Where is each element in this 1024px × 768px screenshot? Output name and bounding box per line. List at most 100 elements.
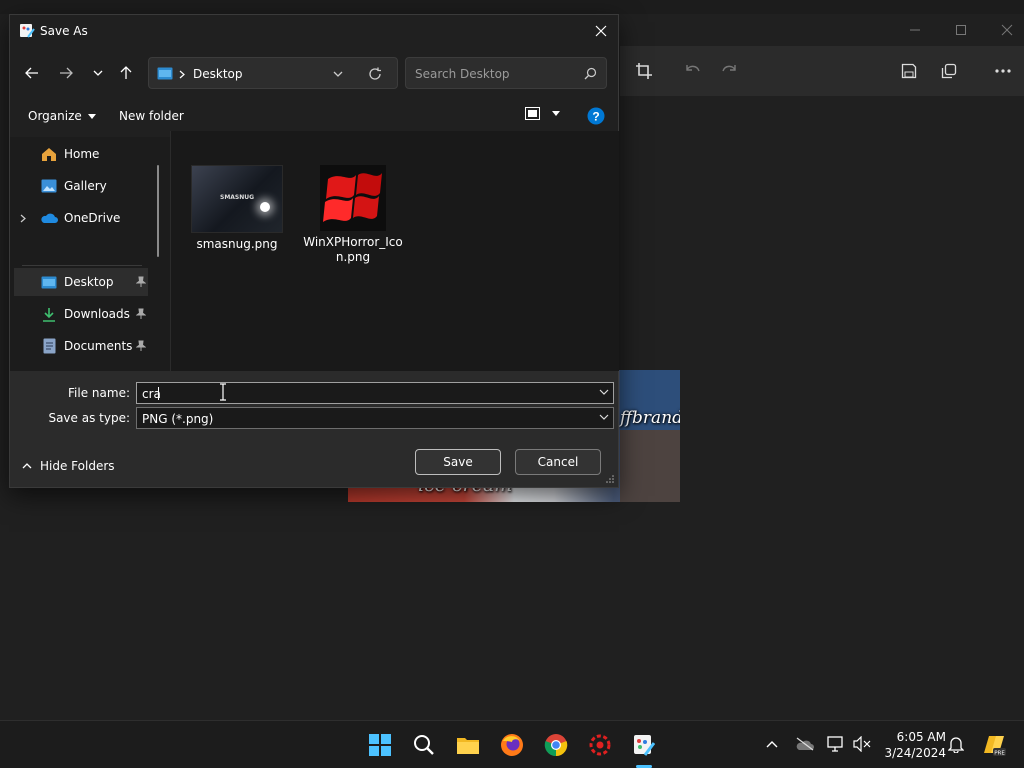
expand-chevron-icon[interactable] (20, 214, 26, 223)
resize-grip-icon[interactable] (606, 475, 614, 483)
forward-button[interactable] (52, 59, 80, 87)
display-icon[interactable] (827, 736, 845, 752)
recent-locations-button[interactable] (84, 59, 112, 87)
save-tool-button[interactable] (892, 56, 926, 86)
clock-time[interactable]: 6:05 AM (897, 730, 946, 744)
save-as-type-label: Save as type: (48, 411, 130, 425)
view-options-button[interactable] (525, 107, 560, 120)
nav-item-label: Home (64, 147, 100, 161)
onedrive-offline-icon[interactable] (795, 737, 815, 751)
minimize-icon (910, 29, 920, 31)
maximize-button[interactable] (944, 15, 978, 45)
file-name-field[interactable]: cra (136, 382, 614, 404)
clock-date[interactable]: 3/24/2024 (884, 746, 946, 760)
address-location: Desktop (193, 67, 243, 81)
nav-item-gallery[interactable]: Gallery (14, 172, 148, 200)
search-input[interactable]: Search Desktop (415, 67, 510, 81)
paint-toolbar (620, 46, 1024, 96)
file-explorer-button[interactable] (454, 731, 482, 759)
windows-flag-icon (320, 165, 386, 231)
arrow-up-icon (120, 66, 132, 79)
nav-item-onedrive[interactable]: OneDrive (14, 204, 148, 232)
back-button[interactable] (18, 59, 46, 87)
chevron-down-icon (599, 414, 609, 420)
pin-icon (136, 308, 146, 319)
speaker-muted-icon[interactable] (853, 736, 871, 752)
cancel-button[interactable]: Cancel (515, 449, 601, 475)
svg-text:PRE: PRE (994, 751, 1005, 757)
file-item-smasnug[interactable]: SMASNUG smasnug.png (187, 165, 287, 252)
chevron-up-icon[interactable] (766, 741, 778, 748)
image-caption-right: ffbrands (620, 408, 680, 428)
arrow-right-icon (60, 67, 73, 79)
text-caret (158, 387, 159, 400)
redo-icon (722, 65, 736, 72)
floppy-icon (901, 63, 917, 79)
crop-button[interactable] (627, 56, 661, 86)
up-button[interactable] (112, 59, 140, 87)
search-box[interactable]: Search Desktop (405, 57, 607, 89)
notification-bell-icon[interactable] (948, 735, 964, 753)
firefox-button[interactable] (498, 731, 526, 759)
gallery-icon (41, 179, 57, 193)
caret-down-icon (87, 113, 96, 119)
more-options-button[interactable] (986, 56, 1020, 86)
nav-divider (22, 265, 142, 266)
thumbnail-text: SMASNUG (220, 194, 255, 201)
copy-button[interactable] (932, 56, 966, 86)
documents-icon (43, 338, 55, 354)
paint-app-icon (20, 24, 35, 38)
dialog-close-button[interactable] (588, 19, 614, 43)
start-button[interactable] (366, 731, 394, 759)
chevron-down-icon (93, 70, 103, 76)
navigation-pane: Home Gallery OneDrive Desktop Downloads … (10, 137, 170, 373)
redo-button[interactable] (712, 56, 746, 86)
help-icon[interactable]: ? (587, 107, 605, 125)
search-taskbar-button[interactable] (410, 731, 438, 759)
command-bar: Organize New folder ? (10, 101, 618, 131)
save-options-panel: File name: cra Save as type: PNG (*.png)… (10, 371, 618, 487)
firefox-icon (501, 734, 523, 756)
chevron-down-icon[interactable] (333, 71, 343, 77)
nav-item-desktop[interactable]: Desktop (14, 268, 148, 296)
minimize-button[interactable] (898, 15, 932, 45)
paint-titlebar (620, 14, 1024, 46)
nav-item-home[interactable]: Home (14, 140, 148, 168)
nav-item-label: OneDrive (64, 211, 121, 225)
save-button[interactable]: Save (415, 449, 501, 475)
downloads-icon (43, 307, 55, 322)
hide-folders-button[interactable]: Hide Folders (22, 459, 115, 473)
desktop-folder-icon (157, 67, 173, 80)
close-app-button[interactable] (990, 15, 1024, 45)
arrow-left-icon (25, 67, 38, 79)
file-list: SMASNUG smasnug.png WinXPHorror_Icon.png (170, 131, 619, 371)
address-bar[interactable]: Desktop (148, 57, 398, 89)
onedrive-icon (41, 213, 58, 223)
caret-down-icon (552, 111, 560, 116)
gear-app-icon (589, 734, 611, 756)
file-name-label: File name: (68, 386, 130, 400)
dialog-titlebar: Save As (10, 15, 618, 47)
organize-button[interactable]: Organize (28, 109, 96, 123)
copilot-icon[interactable]: PRE (980, 733, 1006, 757)
chevron-down-icon[interactable] (599, 389, 609, 395)
new-folder-button[interactable]: New folder (119, 109, 184, 123)
red-app-button[interactable] (586, 731, 614, 759)
crop-icon (636, 63, 652, 79)
nav-scrollbar[interactable] (157, 165, 159, 257)
save-as-type-dropdown[interactable]: PNG (*.png) (136, 407, 614, 429)
undo-button[interactable] (676, 56, 710, 86)
chrome-button[interactable] (542, 731, 570, 759)
nav-item-downloads[interactable]: Downloads (14, 300, 148, 328)
file-item-winxphorror[interactable]: WinXPHorror_Icon.png (303, 165, 403, 265)
background-window-tabs (0, 0, 1024, 14)
nav-item-documents[interactable]: Documents (14, 332, 148, 360)
refresh-icon[interactable] (368, 67, 382, 81)
paint-taskbar-button[interactable] (630, 731, 658, 759)
nav-item-label: Gallery (64, 179, 107, 193)
close-icon (595, 25, 607, 37)
taskbar: 6:05 AM 3/24/2024 PRE (0, 720, 1024, 768)
file-name: smasnug.png (196, 237, 278, 251)
chevron-up-icon (22, 463, 32, 469)
maximize-icon (956, 25, 966, 35)
